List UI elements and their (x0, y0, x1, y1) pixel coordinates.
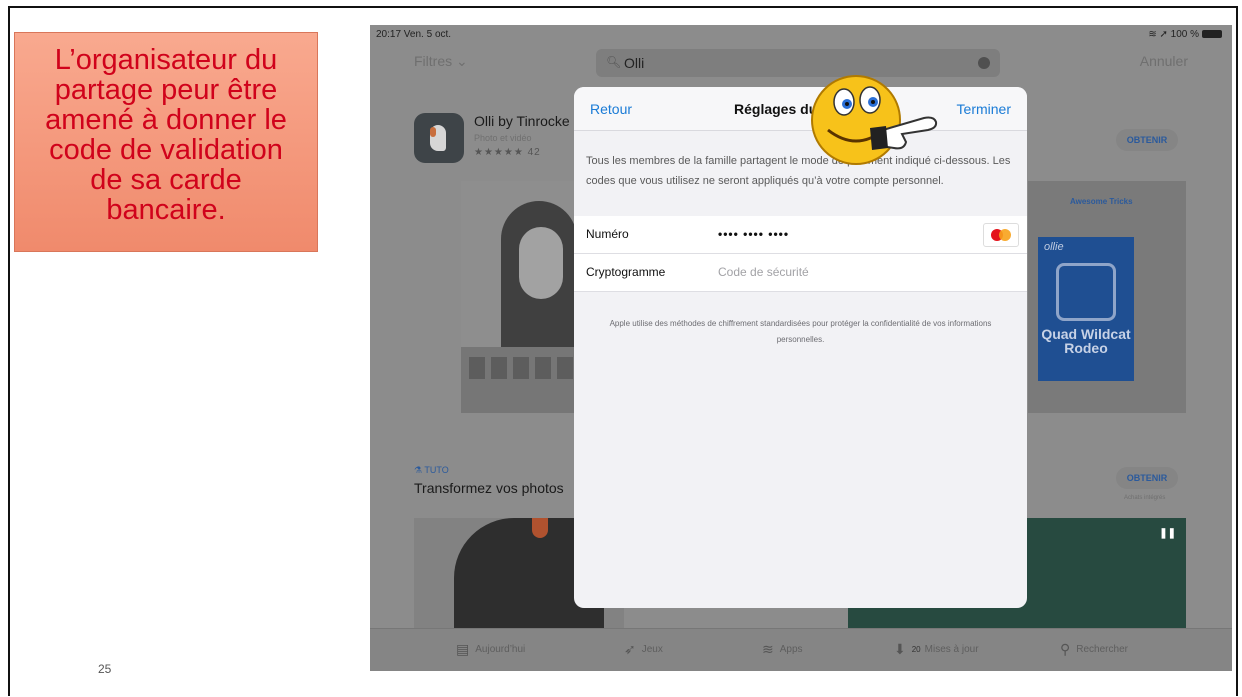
in-app-purchases-label: Achats intégrés (1124, 495, 1166, 501)
tuto-icon: ⚗ (414, 465, 425, 475)
family-payment-info: Tous les membres de la famille partagent… (586, 155, 1011, 187)
portrait-image (461, 181, 579, 347)
callout-line: bancaire. (106, 194, 226, 226)
download-icon: ⬇ (894, 641, 906, 657)
tuto-label: ⚗ TUTO (414, 465, 449, 476)
tuto-title: Transformez vos photos (414, 480, 564, 496)
tab-today[interactable]: ▤ Aujourd’hui (456, 641, 525, 658)
callout-line: amené à donner le (45, 104, 287, 136)
get-button-tuto[interactable]: OBTENIR (1116, 467, 1178, 489)
thumbnail (469, 357, 485, 379)
status-bar: 20:17 Ven. 5 oct. ≋ ➚ 100 % (370, 25, 1232, 43)
status-time: 20:17 Ven. 5 oct. (376, 29, 452, 40)
poster-logo: ollie (1044, 241, 1064, 253)
callout-line: de sa carde (90, 164, 242, 196)
status-right: ≋ ➚ 100 % (1148, 29, 1222, 40)
layers-icon: ≋ (762, 641, 774, 657)
search-value: Olli (624, 55, 645, 71)
modal-header: Retour Réglages du Terminer (574, 87, 1027, 131)
ipad-screenshot: 20:17 Ven. 5 oct. ≋ ➚ 100 % Filtres ⌄ 🔍︎… (370, 25, 1232, 671)
cancel-button[interactable]: Annuler (1140, 53, 1188, 69)
rocket-icon: ➶ (624, 641, 636, 657)
app-icon[interactable] (414, 113, 464, 163)
thumbnail (535, 357, 551, 379)
portrait-face (519, 227, 563, 299)
poster-image: ollie Quad Wildcat Rodeo (1038, 237, 1134, 381)
card-number-row[interactable]: Numéro •••• •••• •••• (574, 216, 1027, 254)
camera-icon (1056, 263, 1116, 321)
thumbnail (491, 357, 507, 379)
battery-icon (1202, 30, 1222, 39)
updates-badge: 20 (911, 645, 921, 654)
battery-label: 100 % (1170, 29, 1199, 40)
wifi-icon: ≋ ➚ (1148, 29, 1171, 40)
tab-label: Apps (779, 644, 803, 655)
callout-box: L’organisateur du partage peur être amen… (14, 32, 318, 252)
app-name: Olli by Tinrocke (474, 113, 570, 129)
thumbnail (513, 357, 529, 379)
tab-search[interactable]: ⚲ Rechercher (1060, 641, 1128, 658)
filters-button[interactable]: Filtres ⌄ (414, 53, 468, 70)
tab-bar: ▤ Aujourd’hui ➶ Jeux ≋ Apps ⬇ 20 Mises à jour… (370, 628, 1232, 671)
payment-settings-modal: Retour Réglages du Terminer Tous les mem… (574, 87, 1027, 608)
card-number-value: •••• •••• •••• (718, 227, 790, 241)
modal-title: Réglages du (734, 101, 818, 117)
banner-accent (532, 518, 548, 538)
app-screenshot-right: Awesome Tricks ollie Quad Wildcat Rodeo (1028, 181, 1186, 413)
search-icon: ⚲ (1060, 641, 1071, 657)
security-code-label: Cryptogramme (586, 265, 666, 279)
callout-line: partage peur être (54, 74, 278, 106)
pause-icon[interactable]: ❚❚ (1159, 528, 1176, 539)
tuto-label-text: TUTO (424, 465, 449, 475)
security-code-row[interactable]: Cryptogramme Code de sécurité (574, 254, 1027, 292)
page-number: 25 (98, 662, 112, 676)
filter-thumbnails (469, 357, 579, 387)
app-category: Photo et vidéo (474, 133, 532, 143)
tab-label: Jeux (641, 644, 663, 655)
clear-search-icon[interactable] (978, 57, 990, 69)
callout-line: L’organisateur du (54, 44, 278, 76)
callout-line: code de validation (49, 134, 283, 166)
mastercard-orange-circle (999, 229, 1011, 241)
tab-label: Rechercher (1076, 644, 1128, 655)
tab-label: Aujourd’hui (475, 644, 526, 655)
tab-games[interactable]: ➶ Jeux (624, 641, 663, 658)
search-top-bar: Filtres ⌄ 🔍︎ Olli Annuler (370, 43, 1232, 83)
thumbnail (557, 357, 573, 379)
encryption-note: Apple utilise des méthodes de chiffremen… (609, 319, 992, 344)
back-button[interactable]: Retour (590, 101, 632, 117)
done-button[interactable]: Terminer (957, 101, 1011, 117)
tab-updates[interactable]: ⬇ 20 Mises à jour (894, 641, 979, 658)
rating-count: 42 (527, 147, 541, 158)
mastercard-icon (983, 223, 1019, 247)
security-code-field[interactable]: Code de sécurité (718, 265, 809, 279)
screenshot-tag: Awesome Tricks (1070, 197, 1133, 206)
chevron-down-icon: ⌄ (456, 53, 468, 69)
today-icon: ▤ (456, 641, 470, 657)
filters-label: Filtres (414, 53, 453, 69)
app-screenshot-left (461, 181, 579, 413)
star-icon: ★★★★★ (474, 147, 524, 158)
tab-apps[interactable]: ≋ Apps (762, 641, 803, 658)
pointing-smiley-icon (811, 75, 938, 165)
poster-title: Quad Wildcat Rodeo (1041, 326, 1131, 356)
card-number-label: Numéro (586, 227, 629, 241)
search-icon: 🔍︎ (606, 55, 622, 69)
rating-stars: ★★★★★ 42 (474, 147, 541, 158)
tab-label: Mises à jour (924, 644, 979, 655)
get-button[interactable]: OBTENIR (1116, 129, 1178, 151)
